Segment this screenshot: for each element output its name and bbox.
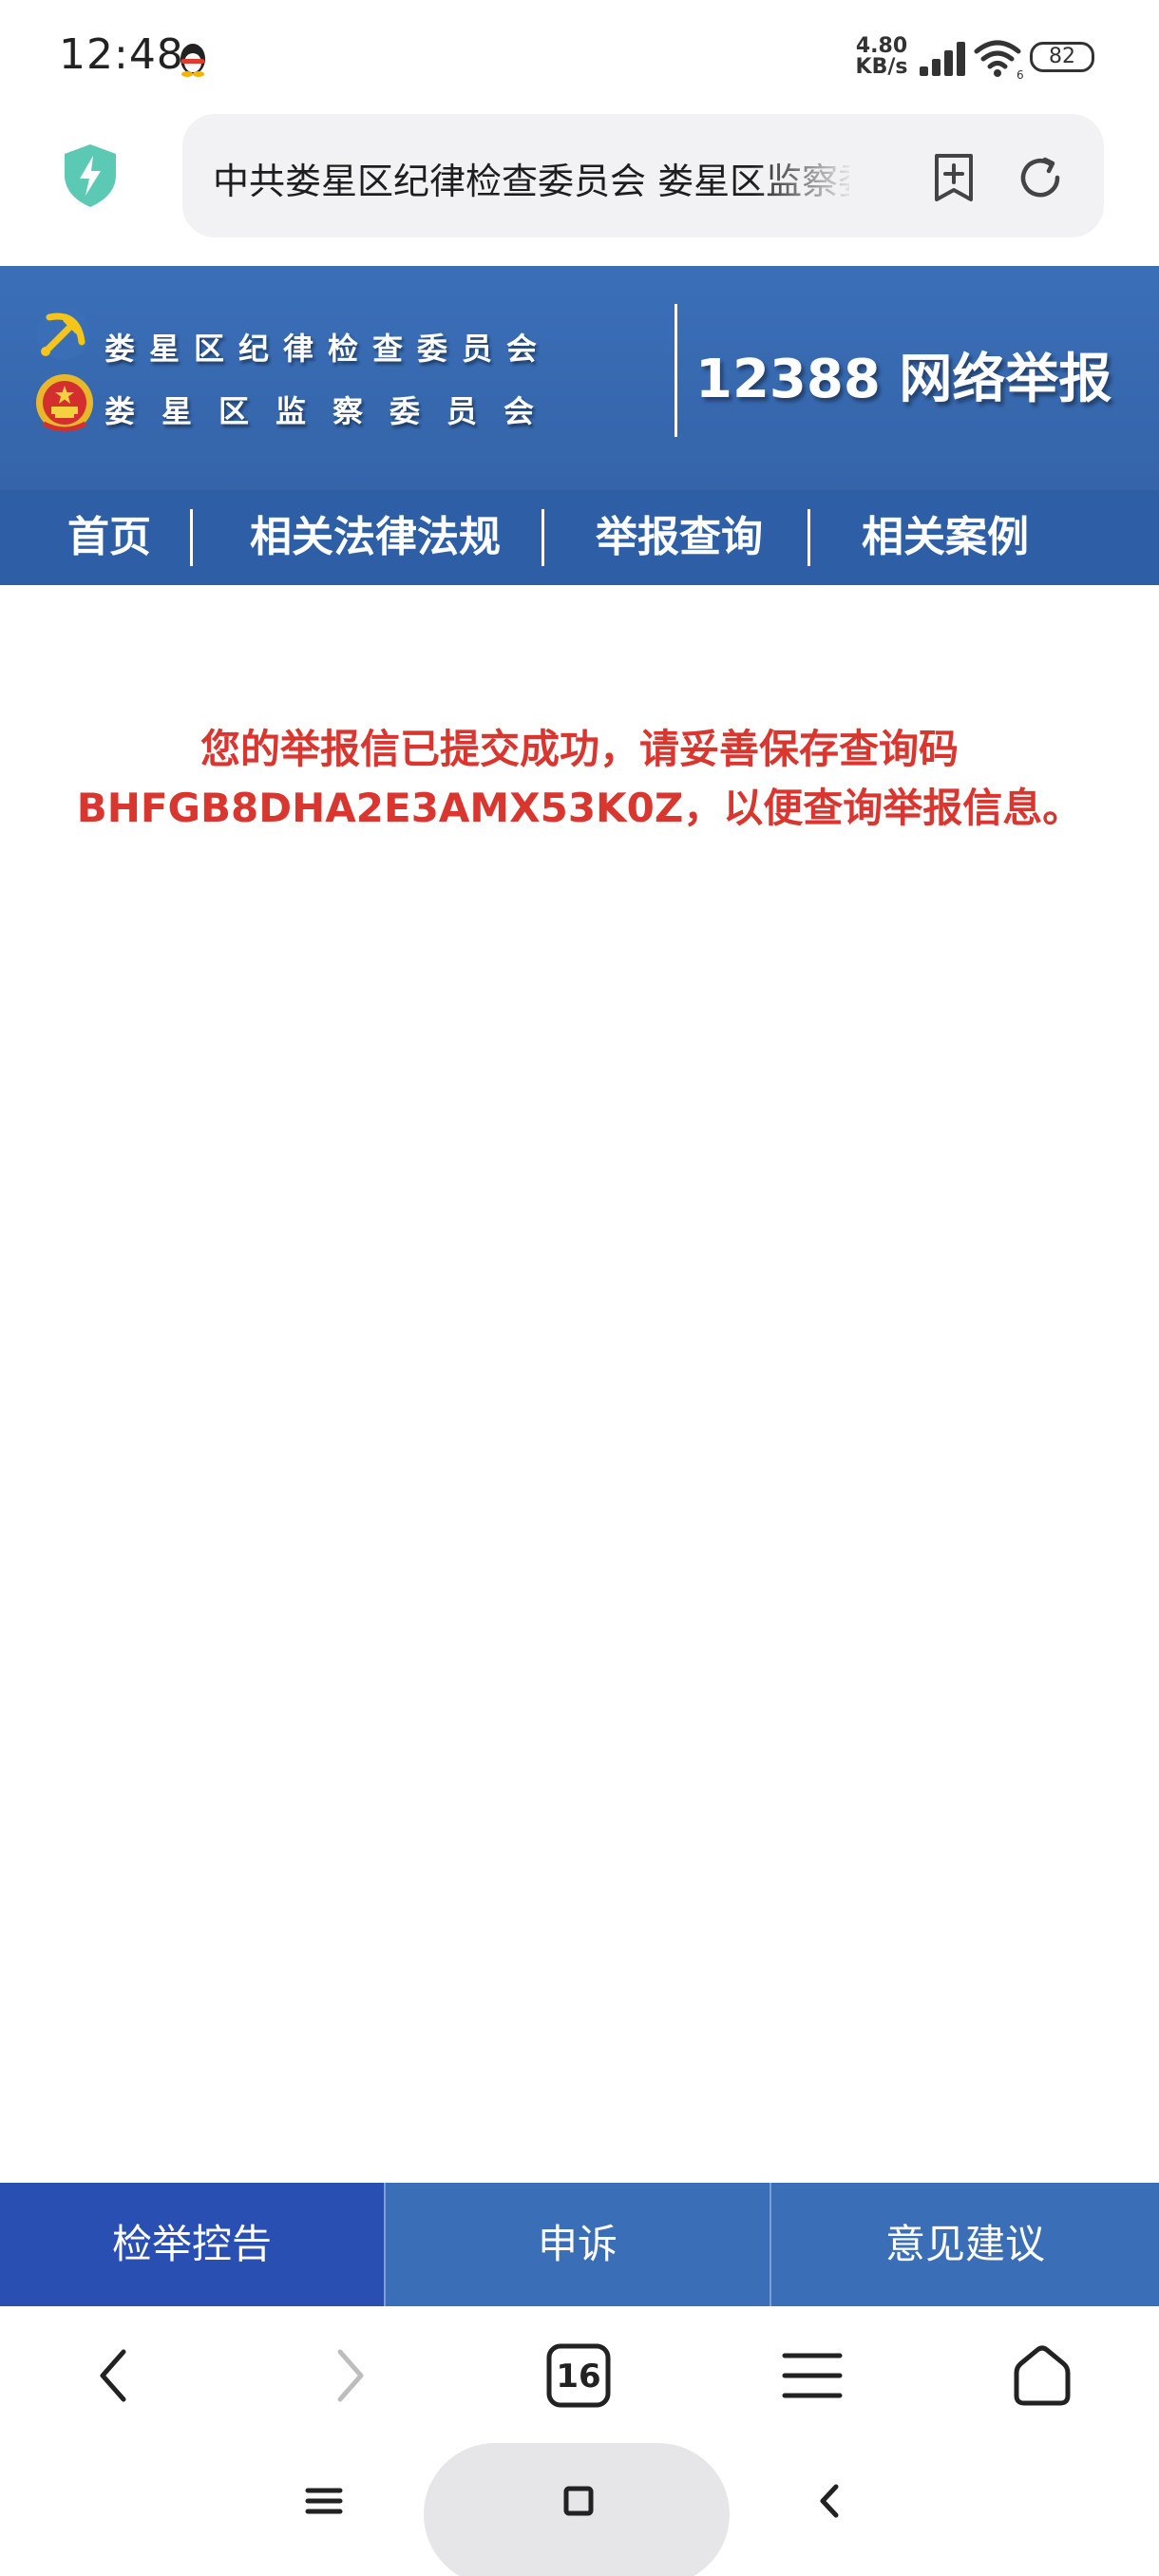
shield-icon[interactable]: [61, 142, 120, 209]
nav-item-laws[interactable]: 相关法律法规: [218, 490, 532, 585]
browser-address-bar: 中共娄星区纪律检查委员会 娄星区监察委员会: [0, 104, 1159, 266]
site-nav: 首页 相关法律法规 举报查询 相关案例: [0, 490, 1159, 585]
success-message-line-2: BHFGB8DHA2E3AMX53K0Z，以便查询举报信息。: [76, 785, 1083, 831]
network-speed-value: 4.80: [855, 34, 908, 58]
party-emblem-icon: [37, 307, 90, 360]
wifi-badge: 6: [1016, 68, 1024, 80]
success-message-line-1: 您的举报信已提交成功，请妥善保存查询码: [200, 726, 959, 772]
tabs-icon[interactable]: 16: [545, 2342, 612, 2409]
recent-apps-icon[interactable]: [300, 2477, 348, 2525]
report-complaint-button[interactable]: 检举控告: [0, 2183, 384, 2306]
nav-divider: [190, 509, 193, 566]
qq-notification-icon: [180, 44, 205, 77]
status-time: 12:48: [59, 30, 184, 79]
appeal-button[interactable]: 申诉: [386, 2183, 770, 2306]
header-divider: [674, 304, 677, 437]
org-name-discipline: 娄星区纪律检查委员会: [104, 331, 552, 367]
refresh-icon[interactable]: [1015, 152, 1066, 203]
nav-item-report-query[interactable]: 举报查询: [560, 490, 798, 585]
url-field[interactable]: 中共娄星区纪律检查委员会 娄星区监察委员会: [182, 114, 1104, 237]
system-back-icon[interactable]: [806, 2477, 853, 2525]
cellular-signal-icon: [920, 42, 965, 76]
org-name-supervision: 娄星区监察委员会: [104, 393, 561, 429]
site-header: 娄星区纪律检查委员会 娄星区监察委员会 12388 网络举报: [0, 266, 1159, 490]
menu-icon[interactable]: [779, 2342, 846, 2409]
network-speed: 4.80 KB/s: [853, 36, 910, 78]
submission-success-message: 您的举报信已提交成功，请妥善保存查询码 BHFGB8DHA2E3AMX53K0Z…: [19, 720, 1140, 838]
forward-icon[interactable]: [315, 2342, 382, 2409]
url-fade: [752, 142, 857, 209]
home-icon[interactable]: [1009, 2342, 1075, 2409]
system-nav-bar: [0, 2439, 1159, 2576]
browser-toolbar: 16: [0, 2306, 1159, 2439]
tab-count: 16: [556, 2358, 600, 2396]
action-bar: 检举控告 申诉 意见建议: [0, 2183, 1159, 2306]
home-square-icon[interactable]: [555, 2477, 602, 2525]
wifi-icon: 6: [974, 40, 1024, 80]
national-emblem-icon: [36, 374, 93, 432]
network-speed-unit: KB/s: [855, 55, 908, 79]
suggestion-button[interactable]: 意见建议: [771, 2183, 1159, 2306]
nav-item-home[interactable]: 首页: [38, 490, 180, 585]
bookmark-add-icon[interactable]: [929, 152, 978, 203]
back-icon[interactable]: [82, 2342, 148, 2409]
nav-divider: [808, 509, 810, 566]
status-bar: 12:48 4.80 KB/s 6 82: [0, 0, 1159, 104]
battery-indicator: 82: [1030, 42, 1094, 72]
nav-item-cases[interactable]: 相关案例: [826, 490, 1064, 585]
hotline-title: 12388 网络举报: [695, 349, 1112, 410]
nav-divider: [542, 509, 544, 566]
